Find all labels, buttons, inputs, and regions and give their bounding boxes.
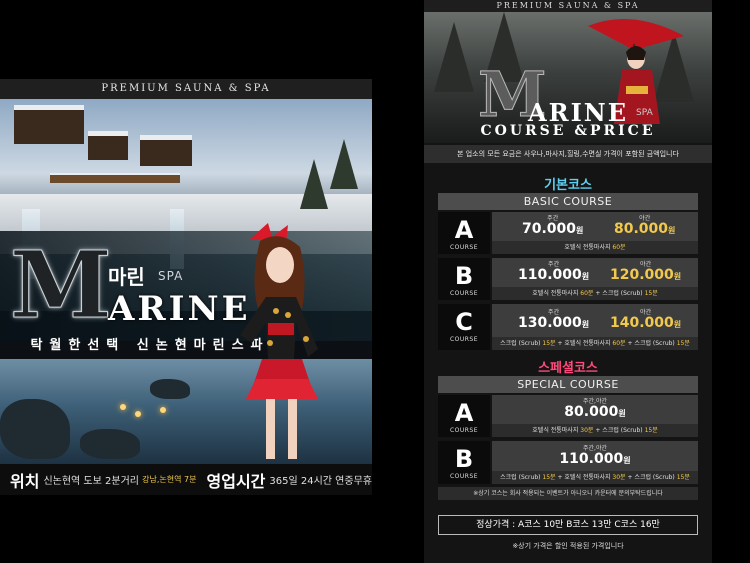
logo-spa: SPA — [158, 269, 184, 283]
info-bar: 위치 신논현역 도보 2분거리 강남,논현역 7분 영업시간 365일 24시간… — [0, 464, 372, 495]
special-course-b-row: B COURSE 주간,야간 110.000원 스크럽 (Scrub) 15분 … — [438, 441, 698, 484]
course-description: 스크럽 (Scrub) 15분 + 호텔식 전통마사지 60분 + 스크럽 (S… — [492, 337, 698, 350]
location-label: 위치 — [10, 471, 40, 491]
course-letter-badge: A COURSE — [438, 395, 490, 437]
price: 주간,야간 110.000원 — [559, 445, 631, 467]
discount-footnote: ※상기 가격은 할인 적용된 가격입니다 — [512, 542, 624, 550]
night-price: 야간 120.000원 — [610, 261, 682, 283]
special-course-a-row: A COURSE 주간,야간 80.000원 호텔식 전통마사지 30분 + 스… — [438, 395, 698, 437]
logo-spa: SPA — [636, 108, 653, 118]
price-notice: 본 업소의 모든 요금은 사우나,마사지,힐링,수면실 가격이 포함된 금액입니… — [424, 145, 712, 163]
left-top-banner: PREMIUM SAUNA & SPA — [0, 79, 372, 99]
course-price-title: COURSE &PRICE — [480, 123, 656, 139]
right-top-banner: PREMIUM SAUNA & SPA — [424, 0, 712, 12]
hours-label: 영업시간 — [206, 471, 266, 491]
hours-text: 365일 24시간 연중무휴 — [269, 476, 372, 487]
course-description: 호텔식 전통마사지 60분 — [492, 241, 698, 254]
course-letter-badge: B COURSE — [438, 258, 490, 300]
course-description: 호텔식 전통마사지 60분 + 스크럽 (Scrub) 15분 — [492, 287, 698, 300]
day-price: 주간 70.000원 — [522, 215, 584, 237]
location-exit: 강남,논현역 7분 — [142, 475, 197, 484]
basic-course-a-row: A COURSE 주간 70.000원 야간 80.000원 호텔식 전통마사지… — [438, 212, 698, 254]
logo-big-m: M — [10, 231, 113, 339]
night-price: 야간 80.000원 — [614, 215, 676, 237]
kimono-model-image — [240, 223, 318, 459]
basic-course-title-en: BASIC COURSE — [438, 193, 698, 210]
logo-korean: 마린 — [108, 265, 145, 289]
price: 주간,야간 80.000원 — [564, 398, 626, 420]
basic-course-c-row: C COURSE 주간 130.000원 야간 140.000원 스크럽 (Sc… — [438, 304, 698, 350]
special-course-title-kr: 스페셜코스 — [538, 361, 598, 376]
course-letter-badge: B COURSE — [438, 441, 490, 484]
special-course-note: ※상기 코스는 회사 적용되는 이벤트가 아니오니 카운터에 문의부탁드립니다 — [438, 487, 698, 500]
night-price: 야간 140.000원 — [610, 309, 682, 331]
special-course-title-en: SPECIAL COURSE — [438, 376, 698, 393]
regular-price-box: 정상가격 : A코스 10만 B코스 13만 C코스 16만 — [438, 515, 698, 535]
course-description: 스크럽 (Scrub) 15분 + 호텔식 전통마사지 30분 + 스크럽 (S… — [492, 471, 698, 484]
course-letter-badge: C COURSE — [438, 304, 490, 350]
right-poster: PREMIUM SAUNA & SPA M ARINE SPA COURSE &… — [424, 0, 712, 563]
basic-course-title-kr: 기본코스 — [544, 178, 592, 193]
basic-course-b-row: B COURSE 주간 110.000원 야간 120.000원 호텔식 전통마… — [438, 258, 698, 300]
wooden-building — [14, 105, 84, 144]
bridge — [50, 173, 180, 183]
day-price: 주간 110.000원 — [518, 261, 590, 283]
day-price: 주간 130.000원 — [518, 309, 590, 331]
course-letter-badge: A COURSE — [438, 212, 490, 254]
location-text: 신논현역 도보 2분거리 — [43, 476, 139, 487]
course-description: 호텔식 전통마사지 30분 + 스크럽 (Scrub) 15분 — [492, 424, 698, 437]
left-poster: PREMIUM SAUNA & SPA M 마린 SPA ARINE 탁월한선택… — [0, 79, 372, 495]
